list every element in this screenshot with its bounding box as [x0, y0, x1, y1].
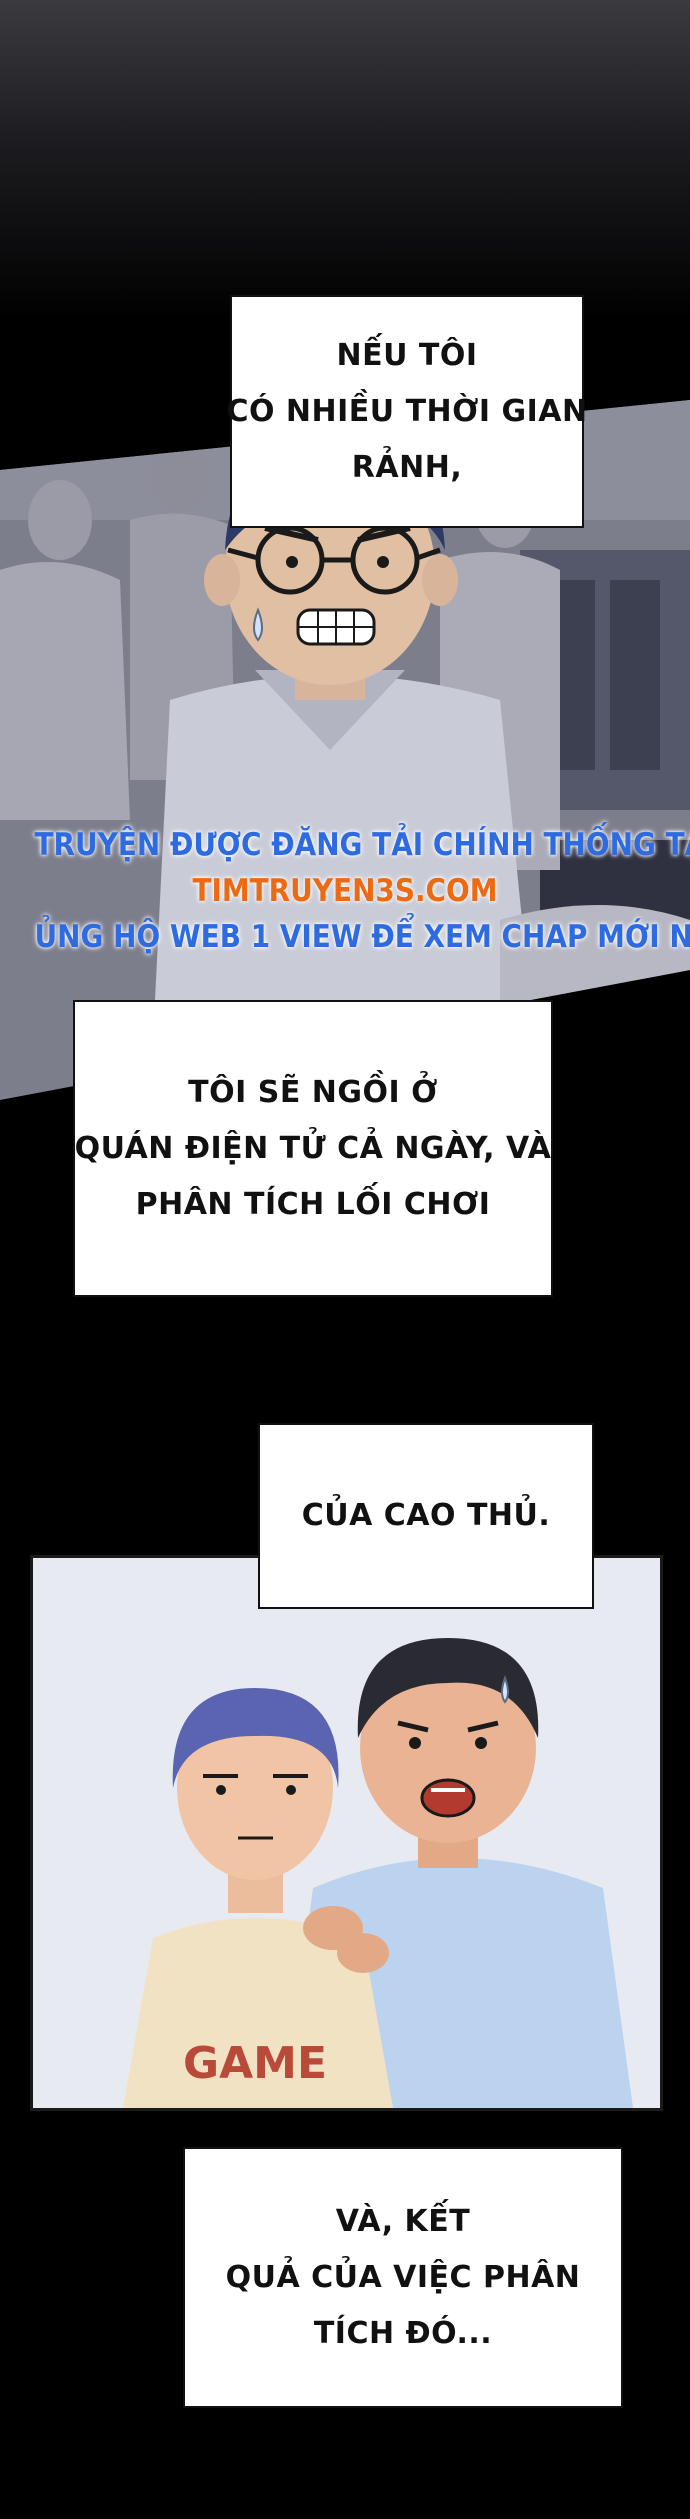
comic-page: GAME NẾU TÔI CÓ NHIỀU THỜI GIAN RẢNH, TR… [0, 0, 690, 2519]
bubble-2-line-1: TÔI SẼ NGỒI Ở [188, 1074, 438, 1110]
bubble-2-line-2: QUÁN ĐIỆN TỬ CẢ NGÀY, VÀ [74, 1130, 552, 1166]
bubble-4-line-1: VÀ, KẾT [335, 2203, 471, 2239]
bubble-4-line-3: TÍCH ĐÓ... [313, 2315, 493, 2351]
speech-bubble-1: NẾU TÔI CÓ NHIỀU THỜI GIAN RẢNH, [226, 295, 587, 528]
bubble-2-line-3: PHÂN TÍCH LỐI CHƠI [135, 1186, 491, 1222]
bubble-1-line-2: CÓ NHIỀU THỜI GIAN [226, 393, 588, 429]
panel-two-boys: GAME [30, 1555, 663, 2111]
bubble-4-line-2: QUẢ CỦA VIỆC PHÂN [225, 2259, 581, 2295]
watermark: TRUYỆN ĐƯỢC ĐĂNG TẢI CHÍNH THỐNG TẠI TIM… [0, 822, 690, 960]
bubble-1-line-3: RẢNH, [351, 449, 463, 485]
speech-bubble-2: TÔI SẼ NGỒI Ở QUÁN ĐIỆN TỬ CẢ NGÀY, VÀ P… [73, 1000, 553, 1297]
watermark-line-1: TRUYỆN ĐƯỢC ĐĂNG TẢI CHÍNH THỐNG TẠI [34, 827, 690, 863]
shirt-text: GAME [183, 2038, 327, 2089]
two-boys-illustration: GAME [33, 1558, 660, 2108]
speech-bubble-4: VÀ, KẾT QUẢ CỦA VIỆC PHÂN TÍCH ĐÓ... [183, 2147, 623, 2408]
bubble-1-line-1: NẾU TÔI [336, 337, 478, 373]
bubble-3-line-1: CỦA CAO THỦ. [301, 1498, 551, 1533]
speech-bubble-3: CỦA CAO THỦ. [258, 1423, 594, 1609]
top-gradient [0, 0, 690, 320]
watermark-site-link[interactable]: TIMTRUYEN3S.COM [35, 868, 656, 914]
watermark-line-3: ỦNG HỘ WEB 1 VIEW ĐỂ XEM CHAP MỚI NHẤT [34, 919, 690, 955]
